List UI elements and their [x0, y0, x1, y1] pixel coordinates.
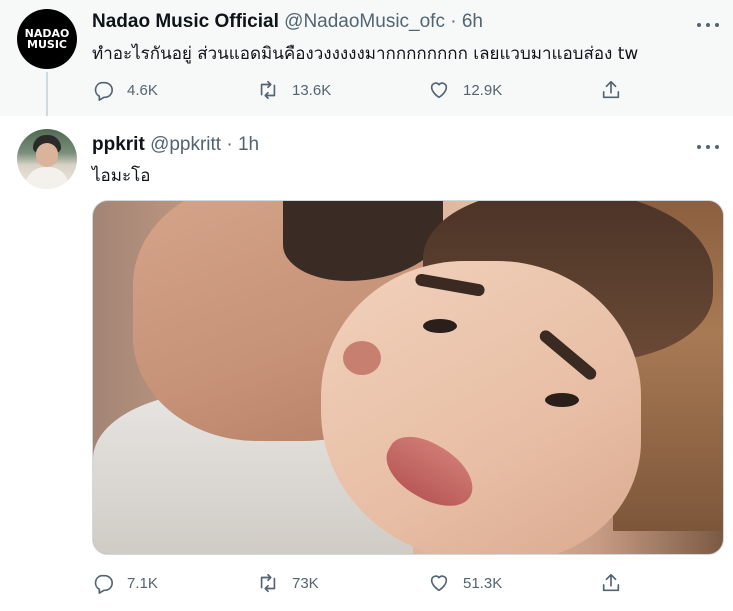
avatar[interactable]: NADAO MUSIC — [17, 9, 77, 69]
retweet-icon — [260, 80, 276, 100]
share-icon — [602, 573, 620, 592]
author-handle[interactable]: @NadaoMusic_ofc — [284, 11, 445, 32]
like-icon — [430, 575, 448, 592]
tweet-actions: 7.1K 73K 51.3K — [92, 570, 632, 596]
tweet-ppkrit[interactable]: ppkrit @ppkritt · 1h ไอมะโอ 7.1K 73K 51.… — [0, 116, 733, 611]
avatar-logo-text: MUSIC — [27, 38, 67, 51]
share-button[interactable] — [600, 77, 622, 103]
reply-button[interactable]: 4.6K — [92, 77, 158, 103]
retweet-button[interactable]: 13.6K — [257, 77, 331, 103]
share-button[interactable] — [600, 570, 622, 596]
retweet-count: 73K — [292, 574, 319, 592]
tweet-photo[interactable] — [92, 200, 724, 555]
reply-count: 7.1K — [127, 574, 158, 592]
retweet-count: 13.6K — [292, 81, 332, 99]
tweet-header: ppkrit @ppkritt · 1h — [92, 134, 259, 156]
separator: · — [226, 134, 233, 155]
like-count: 12.9K — [463, 81, 503, 99]
timestamp[interactable]: 1h — [238, 134, 259, 155]
author-name[interactable]: Nadao Music Official — [92, 11, 279, 32]
more-icon[interactable] — [697, 14, 719, 36]
tweet-header: Nadao Music Official @NadaoMusic_ofc · 6… — [92, 11, 483, 33]
reply-icon — [94, 81, 113, 101]
retweet-icon — [260, 573, 276, 593]
reply-icon — [94, 574, 113, 594]
retweet-button[interactable]: 73K — [257, 570, 319, 596]
separator: · — [450, 11, 457, 32]
like-count: 51.3K — [463, 574, 503, 592]
tweet-nadao[interactable]: NADAO MUSIC Nadao Music Official @NadaoM… — [0, 0, 733, 116]
like-button[interactable]: 51.3K — [428, 570, 502, 596]
tweet-text: ไอมะโอ — [92, 166, 151, 186]
reply-count: 4.6K — [127, 81, 158, 99]
like-button[interactable]: 12.9K — [428, 77, 502, 103]
more-icon[interactable] — [697, 136, 719, 158]
tweet-actions: 4.6K 13.6K 12.9K — [92, 77, 632, 103]
author-handle[interactable]: @ppkritt — [150, 134, 221, 155]
tweet-text: ทำอะไรกันอยู่ ส่วนแอดมินคืองวงงงงงมากกกก… — [92, 44, 639, 64]
like-icon — [430, 82, 448, 99]
share-icon — [602, 80, 620, 99]
avatar[interactable] — [17, 129, 77, 189]
thread-connector-line — [46, 72, 48, 116]
author-name[interactable]: ppkrit — [92, 134, 145, 155]
timestamp[interactable]: 6h — [462, 11, 483, 32]
reply-button[interactable]: 7.1K — [92, 570, 158, 596]
